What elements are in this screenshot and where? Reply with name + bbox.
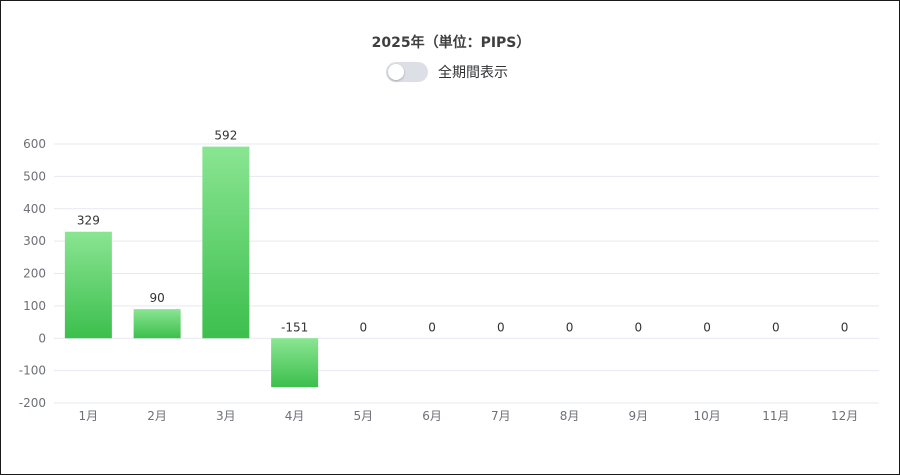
x-tick-label: 9月	[629, 409, 649, 423]
x-tick-label: 2月	[147, 409, 167, 423]
chart-panel: 2025年（単位：PIPS） 全期間表示 600 500 400 300 200 100 0…	[0, 0, 900, 475]
y-tick-label: 500	[23, 169, 46, 183]
x-tick-label: 6月	[422, 409, 442, 423]
y-tick-label: 100	[23, 299, 46, 313]
y-tick-label: 300	[23, 234, 46, 248]
y-tick-label: -100	[19, 364, 46, 378]
bars	[64, 146, 319, 388]
data-label: 0	[635, 320, 643, 334]
y-tick-label: 600	[23, 137, 46, 151]
x-tick-label: 10月	[693, 409, 720, 423]
y-tick-label: 400	[23, 202, 46, 216]
bar[interactable]	[271, 338, 319, 388]
data-label: 329	[77, 214, 100, 228]
y-axis-ticks: 600 500 400 300 200 100 0 -100 -200	[19, 137, 46, 410]
grid-lines	[54, 143, 879, 404]
x-tick-label: 3月	[216, 409, 236, 423]
x-axis-ticks: 1月 2月 3月 4月 5月 6月 7月 8月 9月 10月 11月 12月	[79, 409, 859, 423]
x-tick-label: 12月	[831, 409, 858, 423]
bar[interactable]	[133, 309, 181, 339]
data-label: 0	[360, 320, 368, 334]
x-tick-label: 8月	[560, 409, 580, 423]
data-label: 0	[841, 320, 849, 334]
y-tick-label: 0	[38, 331, 46, 345]
data-label: 592	[214, 129, 237, 143]
data-label: 0	[566, 320, 574, 334]
data-label: 90	[149, 291, 164, 305]
data-label: -151	[281, 320, 308, 334]
data-labels: 329 90 592 -151 0 0 0 0 0 0 0 0	[77, 129, 849, 335]
x-tick-label: 5月	[354, 409, 374, 423]
x-tick-label: 1月	[79, 409, 99, 423]
y-tick-label: 200	[23, 267, 46, 281]
bar-chart: 600 500 400 300 200 100 0 -100 -200 329 90 592 -151…	[19, 129, 879, 423]
bar[interactable]	[202, 146, 250, 339]
data-label: 0	[772, 320, 780, 334]
y-tick-label: -200	[19, 396, 46, 410]
x-tick-label: 4月	[285, 409, 305, 423]
x-tick-label: 7月	[491, 409, 511, 423]
data-label: 0	[703, 320, 711, 334]
data-label: 0	[497, 320, 505, 334]
bar[interactable]	[64, 231, 112, 339]
data-label: 0	[428, 320, 436, 334]
x-tick-label: 11月	[762, 409, 789, 423]
